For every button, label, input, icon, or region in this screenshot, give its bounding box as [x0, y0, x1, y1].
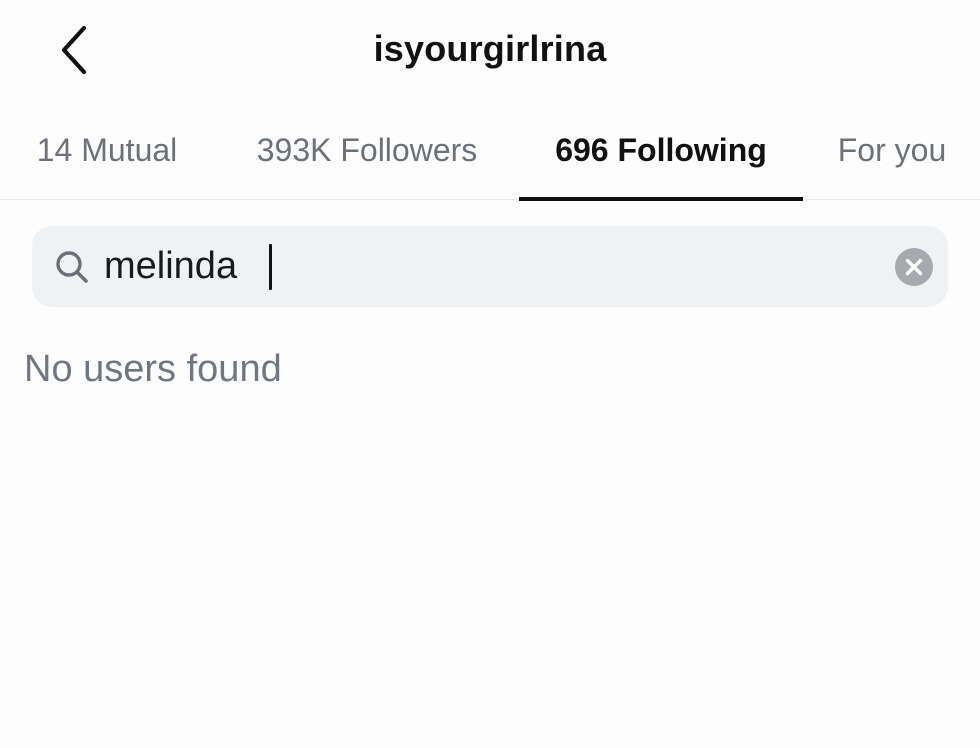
search-icon [56, 251, 88, 283]
tab-mutual[interactable]: 14 Mutual [0, 100, 214, 200]
tab-for-you[interactable]: For you [818, 100, 966, 200]
tab-following[interactable]: 696 Following [519, 100, 803, 201]
header: isyourgirlrina [0, 0, 980, 100]
clear-icon [895, 248, 933, 286]
tab-label: 393K Followers [256, 131, 478, 168]
empty-results-message: No users found [24, 348, 282, 390]
page-title: isyourgirlrina [373, 28, 607, 69]
text-caret [269, 244, 272, 290]
clear-search-button[interactable] [894, 247, 934, 287]
tab-followers[interactable]: 393K Followers [232, 100, 502, 200]
search-input[interactable] [104, 226, 884, 307]
tab-label: For you [837, 131, 947, 168]
search-bar[interactable] [32, 226, 948, 307]
tab-label: 696 Following [555, 131, 767, 168]
tab-label: 14 Mutual [36, 131, 178, 168]
tab-bar: 14 Mutual 393K Followers 696 Following F… [0, 100, 980, 201]
active-tab-indicator [519, 197, 803, 201]
